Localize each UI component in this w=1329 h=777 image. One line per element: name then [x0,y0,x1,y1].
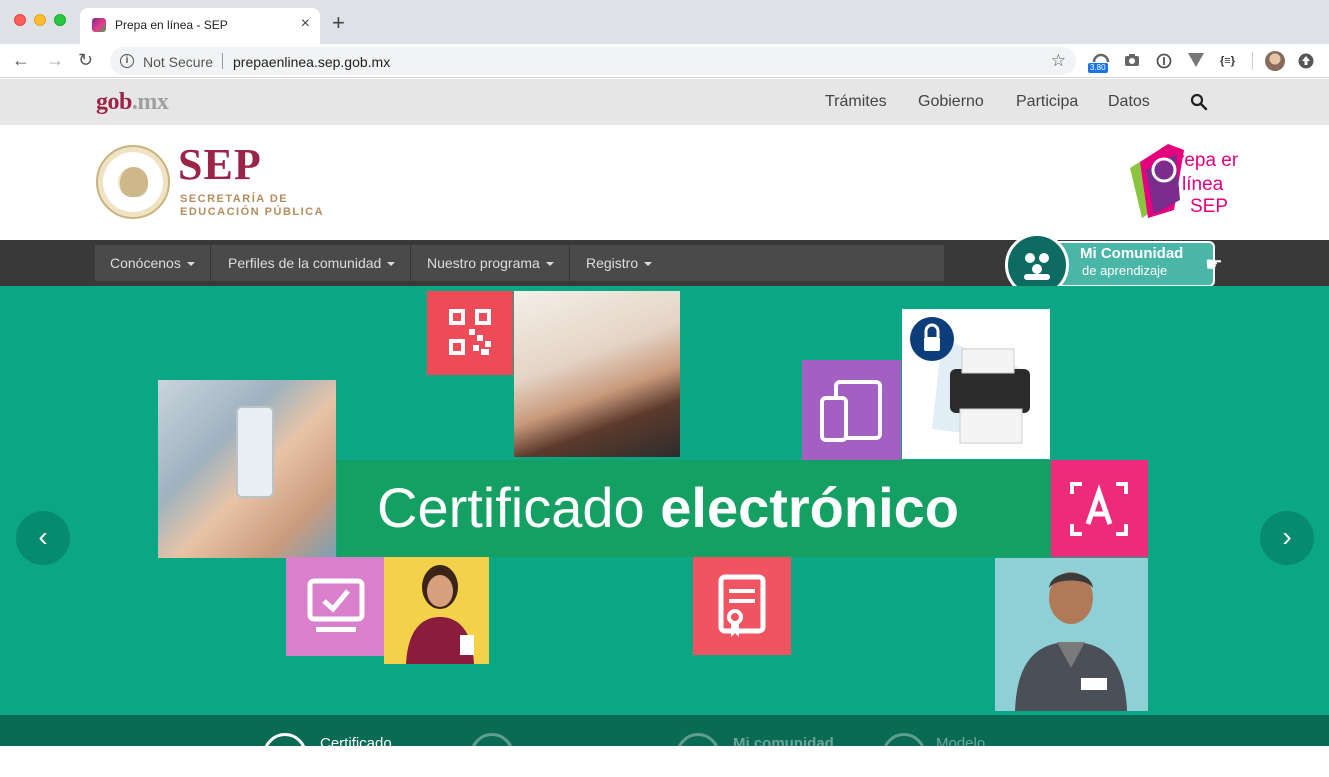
caret-down-icon [186,262,195,267]
eagle-icon [120,167,148,197]
mexico-coat-of-arms-icon [96,145,170,219]
sep-subtitle-line1: SECRETARÍA DE [180,193,289,205]
nav-item-conocenos[interactable]: Conócenos [95,245,211,281]
caret-down-icon [545,262,554,267]
phone-icon [236,406,274,498]
photo-student-thumbs-up [384,557,489,664]
gob-nav-gobierno[interactable]: Gobierno [918,93,984,111]
devices-icon [802,360,901,460]
quick-link-icon[interactable] [470,733,514,777]
accessibility-text-icon [1050,460,1148,557]
pointing-hand-icon: ☛ [1205,254,1223,276]
zoom-window-button[interactable] [54,14,66,26]
comunidad-subtitle: de aprendizaje [1082,263,1168,278]
caret-down-icon [644,262,653,267]
certificado-icon[interactable] [263,733,307,777]
favicon-icon [92,18,106,32]
certificate-icon [693,557,791,655]
caret-down-icon [387,262,396,267]
nav-item-registro[interactable]: Registro [571,245,667,281]
gob-nav-tramites[interactable]: Trámites [825,93,887,111]
prepa-logo-line3: SEP [1190,196,1228,217]
nav-item-programa[interactable]: Nuestro programa [412,245,570,281]
gob-nav-datos[interactable]: Datos [1108,93,1150,111]
quick-link-certificado[interactable]: Certificado [320,735,392,752]
prepa-logo-line2: línea [1182,174,1224,195]
gob-logo-text: gob [96,89,132,115]
nav-item-label: Nuestro programa [427,255,540,271]
quick-link-comunidad[interactable]: Mi comunidad [733,735,834,752]
sep-subtitle-line2: EDUCACIÓN PÚBLICA [180,206,325,218]
close-window-button[interactable] [14,14,26,26]
tab-title: Prepa en línea - SEP [115,18,228,32]
address-bar[interactable]: i Not Secure prepaenlinea.sep.gob.mx ☆ [110,47,1076,75]
info-icon[interactable]: i [120,54,134,68]
gob-top-bar: gob.mx Trámites Gobierno Participa Datos [0,79,1329,125]
quick-link-modelo[interactable]: Modelo [936,735,985,752]
browser-toolbar: ← → ↻ i Not Secure prepaenlinea.sep.gob.… [0,44,1329,78]
minimize-window-button[interactable] [34,14,46,26]
prepa-logo-line1: repa en [1178,150,1238,171]
url-text[interactable]: prepaenlinea.sep.gob.mx [233,54,390,70]
nav-item-label: Perfiles de la comunidad [228,255,382,271]
gob-nav-participa[interactable]: Participa [1016,93,1078,111]
sep-subtitle: SECRETARÍA DE EDUCACIÓN PÚBLICA [180,193,324,219]
bookmark-star-icon[interactable]: ☆ [1051,51,1066,71]
json-viewer-icon[interactable]: {≡} [1220,53,1235,69]
gob-mx-logo[interactable]: gob.mx [96,89,169,116]
photo-adult-student [995,558,1148,711]
reload-icon[interactable]: ↻ [78,50,93,70]
photo-student-laptop [514,291,680,457]
nav-item-label: Conócenos [110,255,181,271]
carousel-prev-button[interactable]: ‹ [16,511,70,565]
modelo-icon[interactable] [882,733,926,777]
profile-avatar[interactable] [1265,51,1285,71]
update-icon[interactable] [1298,53,1314,72]
quick-links-bar: Certificado Mi comunidad Modelo [0,715,1329,777]
browser-tab[interactable]: Prepa en línea - SEP × [80,8,320,44]
search-icon[interactable] [1190,93,1208,111]
vue-devtools-icon[interactable] [1188,53,1204,70]
extension-badge: 3.80 [1088,63,1108,73]
photo-phone-scanning [158,380,336,558]
security-label: Not Secure [143,54,214,70]
chevron-right-icon: › [1282,521,1292,552]
comunidad-title: Mi Comunidad [1080,245,1184,262]
gob-logo-suffix: .mx [131,89,169,115]
toolbar-divider [1252,52,1253,70]
back-icon[interactable]: ← [12,50,30,70]
new-tab-button[interactable]: + [332,12,345,34]
carousel-next-button[interactable]: › [1260,511,1314,565]
info-extension-icon[interactable] [1156,53,1172,72]
hero-banner[interactable]: Certificado electrónico [337,460,1051,557]
nav-menu: Conócenos Perfiles de la comunidad Nuest… [95,245,944,281]
forward-icon[interactable]: → [46,50,64,70]
monitor-check-icon [286,557,384,656]
browser-tab-bar: Prepa en línea - SEP × + [0,0,1329,44]
qr-code-icon [427,291,513,375]
hero-banner-title: Certificado electrónico [377,474,959,542]
nav-item-label: Registro [586,255,639,271]
comunidad-icon[interactable] [676,733,720,777]
photo-printer-lock [902,309,1050,459]
tab-close-icon[interactable]: × [301,16,310,32]
url-divider [222,53,223,69]
chevron-left-icon: ‹ [38,521,48,552]
sep-logo-text[interactable]: SEP [178,141,262,189]
prepa-en-linea-logo[interactable]: repa en línea SEP [1128,140,1238,222]
banner-text-bold: electrónico [660,476,959,539]
banner-text-light: Certificado [377,476,661,539]
nav-item-perfiles[interactable]: Perfiles de la comunidad [213,245,412,281]
camera-icon[interactable] [1124,53,1140,70]
